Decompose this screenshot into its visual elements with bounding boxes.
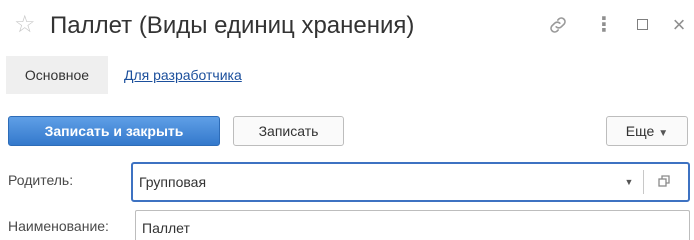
dropdown-arrow-icon[interactable]: ▼: [617, 168, 641, 196]
field-divider: [643, 170, 644, 194]
save-and-close-button[interactable]: Записать и закрыть: [8, 116, 220, 146]
tab-developer[interactable]: Для разработчика: [124, 56, 242, 94]
maximize-icon[interactable]: [632, 12, 652, 38]
link-icon[interactable]: [545, 12, 571, 38]
name-field[interactable]: [135, 210, 690, 240]
chevron-down-icon: ▼: [658, 128, 669, 139]
more-vertical-icon[interactable]: ⋮: [594, 12, 614, 38]
parent-input[interactable]: [139, 172, 609, 192]
more-actions-button[interactable]: Еще ▼: [606, 116, 688, 146]
title-bar: ☆ Паллет (Виды единиц хранения) ⋮ ×: [0, 0, 694, 52]
name-label: Наименование:: [8, 218, 109, 234]
tab-main[interactable]: Основное: [6, 56, 108, 94]
close-icon[interactable]: ×: [668, 12, 690, 38]
more-actions-label: Еще: [625, 123, 655, 139]
name-input[interactable]: [142, 218, 642, 238]
open-icon[interactable]: [649, 168, 679, 196]
star-icon[interactable]: ☆: [14, 10, 36, 40]
parent-label: Родитель:: [8, 172, 74, 188]
save-button[interactable]: Записать: [233, 116, 344, 146]
parent-field[interactable]: ▼: [131, 162, 690, 202]
window-title: Паллет (Виды единиц хранения): [50, 12, 415, 39]
tab-bar: Основное Для разработчика: [0, 56, 694, 94]
